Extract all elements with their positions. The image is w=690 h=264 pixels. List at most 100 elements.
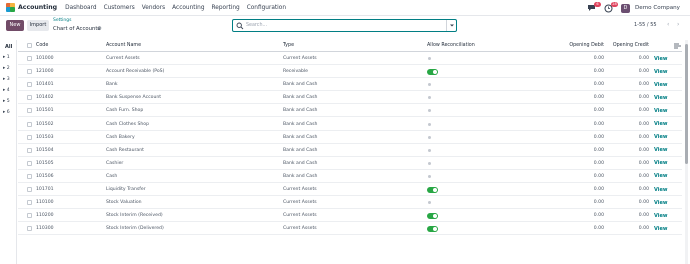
table-row[interactable]: 110200 Stock Interim (Received) Current As… [18, 209, 682, 223]
allow-reconciliation-toggle[interactable] [427, 95, 438, 101]
column-code[interactable]: Code [36, 43, 48, 48]
allow-reconciliation-toggle[interactable] [427, 68, 438, 75]
menu-reporting[interactable]: Reporting [212, 5, 240, 11]
table-row[interactable]: 110100 Stock Valuation Current Assets 0.00 0… [18, 196, 682, 210]
pager-next-icon[interactable]: › [677, 21, 679, 28]
row-checkbox[interactable] [27, 226, 32, 232]
allow-reconciliation-toggle[interactable] [427, 147, 438, 153]
view-button[interactable]: View [654, 200, 668, 206]
select-all-checkbox[interactable] [27, 43, 32, 48]
column-account-name[interactable]: Account Name [106, 43, 141, 48]
view-button[interactable]: View [654, 121, 668, 127]
view-button[interactable]: View [654, 69, 668, 75]
view-button[interactable]: View [654, 108, 668, 114]
view-button[interactable]: View [654, 160, 668, 166]
chat-icon[interactable]: 6 [587, 1, 601, 13]
scrollbar-thumb[interactable] [685, 44, 688, 164]
account-name: Cash Restaurant [106, 147, 144, 153]
account-code: 101000 [36, 56, 54, 61]
table-row[interactable]: 101503 Cash Bakery Bank and Cash 0.00 0.00 Vi… [18, 131, 682, 144]
allow-reconciliation-toggle[interactable] [427, 108, 438, 114]
allow-reconciliation-toggle[interactable] [427, 82, 438, 88]
side-item-all[interactable]: All [5, 44, 12, 50]
side-item-2[interactable]: ▸ 2 [3, 66, 10, 71]
column-type[interactable]: Type [283, 43, 294, 48]
app-switcher-icon[interactable] [6, 3, 15, 12]
view-button[interactable]: View [654, 134, 668, 140]
table-row[interactable]: 101000 Current Assets Current Assets 0.00 0.… [18, 52, 682, 65]
column-opening-credit[interactable]: Opening Credit [608, 43, 649, 48]
side-item-4[interactable]: ▸ 4 [3, 88, 10, 93]
allow-reconciliation-toggle[interactable] [427, 160, 438, 166]
side-item-3[interactable]: ▸ 3 [3, 77, 10, 82]
company-switcher[interactable]: Demo Company [635, 5, 680, 11]
allow-reconciliation-toggle[interactable] [427, 212, 438, 219]
account-code: 101402 [36, 95, 54, 101]
view-button[interactable]: View [654, 226, 668, 232]
table-row[interactable]: 101504 Cash Restaurant Bank and Cash 0.00 0.… [18, 144, 682, 157]
table-row[interactable]: 110300 Stock Interim (Delivered) Current A… [18, 222, 682, 236]
allow-reconciliation-toggle[interactable] [427, 225, 438, 232]
pager-previous-icon[interactable]: ‹ [667, 21, 669, 28]
row-checkbox[interactable] [27, 108, 32, 114]
row-checkbox[interactable] [27, 121, 32, 127]
app-name[interactable]: Accounting [18, 4, 57, 11]
optional-columns-icon[interactable] [674, 43, 681, 49]
view-button[interactable]: View [654, 56, 668, 62]
pager-value[interactable]: 1-55 / 55 [634, 22, 657, 28]
view-button[interactable]: View [654, 213, 668, 219]
view-button[interactable]: View [654, 147, 668, 153]
view-button[interactable]: View [654, 187, 668, 193]
row-checkbox[interactable] [27, 95, 32, 101]
table-row[interactable]: 121000 Account Receivable (PoS) Receivable… [18, 65, 682, 79]
side-item-5[interactable]: ▸ 5 [3, 99, 10, 104]
activity-clock-icon[interactable]: 28 [604, 1, 618, 13]
table-row[interactable]: 101506 Cash Bank and Cash 0.00 0.00 View [18, 170, 682, 183]
scrollbar[interactable] [685, 40, 688, 264]
company-avatar[interactable]: D [620, 3, 630, 13]
allow-reconciliation-toggle[interactable] [427, 121, 438, 127]
menu-customers[interactable]: Customers [104, 5, 135, 11]
side-item-1[interactable]: ▸ 1 [3, 55, 10, 60]
table-row[interactable]: 101701 Liquidity Transfer Current Assets 0.… [18, 183, 682, 196]
allow-reconciliation-toggle[interactable] [427, 186, 438, 193]
table-row[interactable]: 101501 Cash Furn. Shop Bank and Cash 0.00 0.… [18, 104, 682, 118]
table-row[interactable]: 101402 Bank Suspense Account Bank and Cash… [18, 91, 682, 105]
row-checkbox[interactable] [27, 69, 32, 75]
row-checkbox[interactable] [27, 82, 32, 88]
import-button[interactable]: Import [27, 20, 49, 31]
table-row[interactable]: 101401 Bank Bank and Cash 0.00 0.00 View [18, 78, 682, 92]
side-item-6[interactable]: ▸ 6 [3, 110, 10, 115]
menu-dashboard[interactable]: Dashboard [65, 5, 96, 11]
row-checkbox[interactable] [27, 187, 32, 192]
breadcrumb-parent[interactable]: Settings [53, 18, 71, 23]
allow-reconciliation-toggle[interactable] [427, 134, 438, 140]
row-checkbox[interactable] [27, 213, 32, 219]
search-options-toggle[interactable] [446, 20, 456, 31]
account-code: 101505 [36, 160, 54, 166]
allow-reconciliation-toggle[interactable] [427, 173, 438, 179]
row-checkbox[interactable] [27, 56, 32, 61]
menu-configuration[interactable]: Configuration [247, 5, 286, 11]
row-checkbox[interactable] [27, 134, 32, 140]
table-row[interactable]: 101505 Cashier Bank and Cash 0.00 0.00 View [18, 157, 682, 170]
search-input[interactable]: Search... [246, 23, 267, 28]
view-button[interactable]: View [654, 173, 668, 179]
menu-vendors[interactable]: Vendors [142, 5, 165, 11]
menu-accounting[interactable]: Accounting [172, 5, 204, 11]
allow-reconciliation-toggle[interactable] [427, 200, 438, 206]
row-checkbox[interactable] [27, 160, 32, 166]
column-opening-debit[interactable]: Opening Debit [566, 43, 604, 48]
column-allow-reconciliation[interactable]: Allow Reconciliation [427, 43, 475, 48]
new-button[interactable]: New [6, 20, 24, 31]
row-checkbox[interactable] [27, 173, 32, 179]
view-button[interactable]: View [654, 95, 668, 101]
table-row[interactable]: 101502 Cash Clothes Shop Bank and Cash 0.00… [18, 118, 682, 131]
view-button[interactable]: View [654, 82, 668, 88]
row-checkbox[interactable] [27, 200, 32, 206]
toggle-knob [433, 226, 437, 231]
search-bar[interactable]: Search... [232, 19, 457, 32]
row-checkbox[interactable] [27, 147, 32, 153]
allow-reconciliation-toggle[interactable] [427, 56, 438, 62]
gear-icon[interactable]: ⚙ [97, 26, 102, 32]
